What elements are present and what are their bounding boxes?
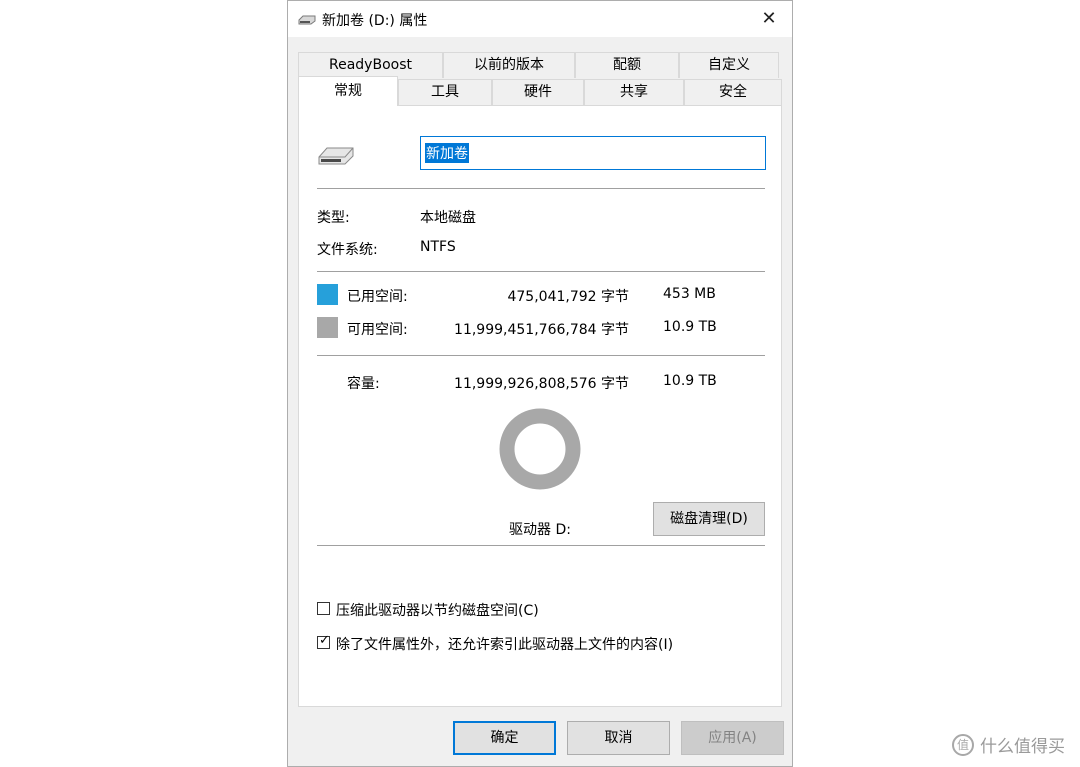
used-space-bytes: 475,041,792 字节 xyxy=(507,289,629,305)
volume-name-input[interactable]: 新加卷 xyxy=(420,136,766,170)
cancel-button[interactable]: 取消 xyxy=(567,721,670,755)
apply-button[interactable]: 应用(A) xyxy=(681,721,784,755)
window-title: 新加卷 (D:) 属性 xyxy=(322,13,428,29)
filesystem-label: 文件系统: xyxy=(317,242,378,258)
close-icon[interactable]: ✕ xyxy=(746,1,792,37)
capacity-size: 10.9 TB xyxy=(663,373,717,389)
divider xyxy=(317,188,765,189)
drive-icon xyxy=(298,15,316,25)
watermark-logo-icon: 值 xyxy=(952,733,974,756)
tab-security[interactable]: 安全 xyxy=(684,79,782,105)
divider xyxy=(317,355,765,356)
free-space-bytes: 11,999,451,766,784 字节 xyxy=(454,322,629,338)
general-panel: 新加卷 类型: 本地磁盘 文件系统: NTFS 已用空间: 475,041,79… xyxy=(298,105,782,707)
used-space-size: 453 MB xyxy=(663,286,716,302)
index-checkbox[interactable]: ✓ xyxy=(317,633,330,649)
used-space-label: 已用空间: xyxy=(347,289,408,305)
compress-label[interactable]: 压缩此驱动器以节约磁盘空间(C) xyxy=(336,600,539,620)
filesystem-value: NTFS xyxy=(420,239,456,255)
capacity-bytes: 11,999,926,808,576 字节 xyxy=(454,376,629,392)
tab-tools[interactable]: 工具 xyxy=(398,79,492,105)
type-label: 类型: xyxy=(317,210,350,226)
tab-hardware[interactable]: 硬件 xyxy=(492,79,584,105)
divider xyxy=(317,271,765,272)
tab-readyboost[interactable]: ReadyBoost xyxy=(298,52,443,78)
usage-donut-chart xyxy=(499,408,581,490)
tab-general[interactable]: 常规 xyxy=(298,76,398,106)
free-space-ring xyxy=(499,408,581,490)
title-bar: 新加卷 (D:) 属性 ✕ xyxy=(288,1,792,37)
divider xyxy=(317,545,765,546)
capacity-label: 容量: xyxy=(347,376,380,392)
free-space-label: 可用空间: xyxy=(347,322,408,338)
drive-icon xyxy=(318,147,354,165)
used-space-swatch xyxy=(317,284,338,305)
ok-button[interactable]: 确定 xyxy=(453,721,556,755)
index-label[interactable]: 除了文件属性外，还允许索引此驱动器上文件的内容(I) xyxy=(336,634,673,654)
drive-label: 驱动器 D: xyxy=(509,522,571,538)
watermark-text: 什么值得买 xyxy=(980,737,1065,757)
volume-name-text: 新加卷 xyxy=(425,143,469,163)
free-space-size: 10.9 TB xyxy=(663,319,717,335)
tab-customize[interactable]: 自定义 xyxy=(679,52,779,78)
properties-dialog: 新加卷 (D:) 属性 ✕ ReadyBoost 以前的版本 配额 自定义 常规… xyxy=(287,0,793,767)
free-space-swatch xyxy=(317,317,338,338)
compress-checkbox[interactable] xyxy=(317,602,330,615)
disk-cleanup-button[interactable]: 磁盘清理(D) xyxy=(653,502,765,536)
type-value: 本地磁盘 xyxy=(420,210,476,226)
tab-quota[interactable]: 配额 xyxy=(575,52,679,78)
tab-sharing[interactable]: 共享 xyxy=(584,79,684,105)
watermark: 值 什么值得买 xyxy=(952,732,1065,757)
check-icon: ✓ xyxy=(319,633,330,648)
tab-previous-versions[interactable]: 以前的版本 xyxy=(443,52,575,78)
